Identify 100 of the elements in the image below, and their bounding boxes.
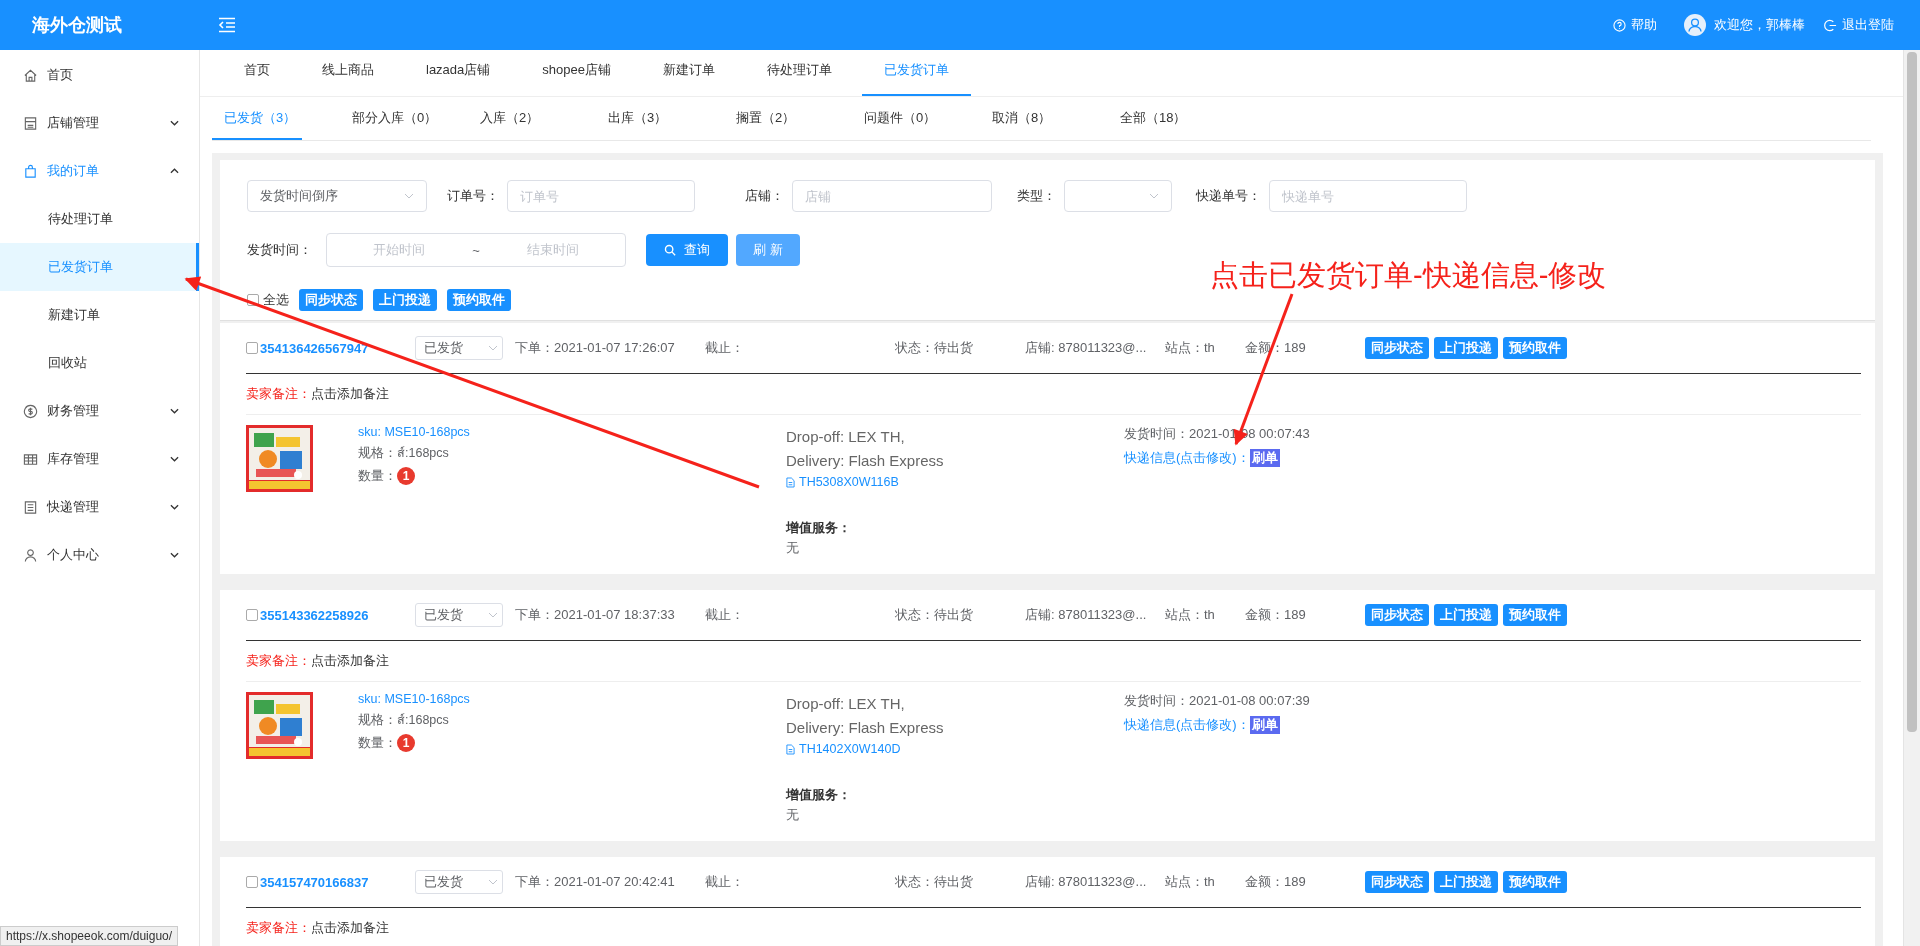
page-tab[interactable]: 线上商品	[300, 50, 396, 96]
sidebar-subitem[interactable]: 新建订单	[0, 291, 199, 339]
sidebar-item[interactable]: 财务管理	[0, 387, 199, 435]
order-time-text: 下单：2021-01-07 17:26:07	[515, 339, 676, 357]
logout-icon	[1824, 18, 1837, 32]
sidebar-subitem[interactable]: 回收站	[0, 339, 199, 387]
status-tab[interactable]: 部分入库（0）	[340, 100, 468, 140]
order-checkbox[interactable]	[246, 876, 258, 888]
search-icon	[664, 244, 676, 256]
shop-text: 店铺: 878011323@...	[1025, 873, 1148, 891]
amount-text: 金额：189	[1245, 339, 1307, 357]
page-tab[interactable]: 待处理订单	[744, 50, 854, 96]
quantity-badge: 1	[397, 467, 415, 485]
status-tab[interactable]: 已发货（3）	[212, 100, 302, 140]
express-info-link[interactable]: 快递信息(点击修改)：	[1124, 716, 1250, 734]
status-tab[interactable]: 问题件（0）	[852, 100, 980, 140]
add-remark-link[interactable]: 点击添加备注	[311, 385, 389, 403]
remark-label: 卖家备注：	[246, 385, 311, 403]
caret-icon	[1149, 193, 1159, 199]
scrollbar[interactable]	[1903, 50, 1920, 946]
field-label: 类型：	[1017, 187, 1056, 205]
page-tab[interactable]: 新建订单	[640, 50, 737, 96]
value-added-text: 无	[786, 806, 800, 824]
tag-badge: 刷单	[1249, 716, 1280, 734]
chevron-up-icon	[170, 168, 179, 174]
status-select[interactable]: 已发货	[415, 603, 503, 627]
list-icon	[23, 499, 38, 515]
state-text: 状态：待出货	[895, 873, 974, 891]
sidebar-item[interactable]: 我的订单	[0, 147, 199, 195]
caret-icon	[404, 193, 414, 199]
value-added-label: 增值服务：	[786, 520, 852, 537]
sidebar-item[interactable]: 库存管理	[0, 435, 199, 483]
chevron-down-icon	[170, 120, 179, 126]
page-tab[interactable]: 首页	[222, 50, 292, 96]
dropoff-text: Drop-off: LEX TH,	[786, 427, 906, 447]
order-number-field[interactable]: 订单号	[507, 180, 695, 212]
sort-select[interactable]: 发货时间倒序	[247, 180, 427, 212]
order-time-text: 下单：2021-01-07 20:42:41	[515, 873, 676, 891]
sku-link[interactable]: sku: MSE10-168pcs	[358, 425, 786, 439]
express-info-link[interactable]: 快递信息(点击修改)：	[1124, 449, 1250, 467]
value-added-text: 无	[786, 539, 800, 557]
remark-label: 卖家备注：	[246, 652, 311, 670]
field-label: 发货时间：	[247, 241, 312, 259]
caret-icon	[488, 612, 498, 618]
dollar-icon	[23, 403, 38, 419]
add-remark-link[interactable]: 点击添加备注	[311, 919, 389, 937]
amount-text: 金额：189	[1245, 606, 1307, 624]
tracking-number-field[interactable]: 快递单号	[1269, 180, 1467, 212]
value-added-label: 增值服务：	[786, 787, 852, 804]
order-time-text: 下单：2021-01-07 18:37:33	[515, 606, 676, 624]
site-text: 站点：th	[1165, 339, 1216, 357]
date-range-field[interactable]: 开始时间 ~ 结束时间	[326, 233, 626, 267]
page-tab[interactable]: 已发货订单	[861, 50, 971, 96]
page-tab[interactable]: shopee店铺	[520, 50, 633, 96]
shop-text: 店铺: 878011323@...	[1025, 606, 1148, 624]
user-icon	[23, 547, 38, 563]
sidebar-item[interactable]: 店铺管理	[0, 99, 199, 147]
status-tab[interactable]: 入库（2）	[468, 100, 596, 140]
menu-icon[interactable]	[218, 17, 236, 33]
status-tab[interactable]: 取消（8）	[980, 100, 1108, 140]
page-tab[interactable]: lazada店铺	[404, 50, 513, 96]
quantity-label: 数量：	[358, 467, 397, 485]
order-checkbox[interactable]	[246, 609, 258, 621]
field-label: 快递单号：	[1196, 187, 1261, 205]
status-tab[interactable]: 全部（18）	[1108, 100, 1236, 140]
amount-text: 金额：189	[1245, 873, 1307, 891]
order-checkbox[interactable]	[246, 342, 258, 354]
bag-icon	[23, 163, 38, 179]
chevron-down-icon	[170, 456, 179, 462]
sidebar-subitem[interactable]: 待处理订单	[0, 195, 199, 243]
welcome-text: 欢迎您，郭棒棒	[1714, 16, 1805, 34]
type-select[interactable]	[1064, 180, 1172, 212]
delivery-text: Delivery: Flash Express	[786, 718, 945, 738]
sidebar-item[interactable]: 快递管理	[0, 483, 199, 531]
annotation-text: 点击已发货订单-快递信息-修改	[1210, 258, 1607, 293]
quantity-badge: 1	[397, 734, 415, 752]
document-icon	[786, 743, 795, 755]
sku-link[interactable]: sku: MSE10-168pcs	[358, 692, 786, 706]
add-remark-link[interactable]: 点击添加备注	[311, 652, 389, 670]
status-select[interactable]: 已发货	[415, 870, 503, 894]
shop-field[interactable]: 店铺	[792, 180, 992, 212]
field-label: 店铺：	[745, 187, 784, 205]
chevron-down-icon	[170, 504, 179, 510]
dropoff-text: Drop-off: LEX TH,	[786, 694, 906, 714]
sidebar-item[interactable]: 个人中心	[0, 531, 199, 579]
sidebar-item[interactable]: 首页	[0, 51, 199, 99]
status-url: https://x.shopeeok.com/duiguo/	[0, 926, 179, 946]
status-tab[interactable]: 出库（3）	[596, 100, 724, 140]
caret-icon	[488, 879, 498, 885]
status-tab[interactable]: 搁置（2）	[724, 100, 852, 140]
delivery-text: Delivery: Flash Express	[786, 451, 945, 471]
deadline-text: 截止：	[705, 606, 745, 624]
grid-icon	[23, 451, 38, 467]
shop-text: 店铺: 878011323@...	[1025, 339, 1148, 357]
deadline-text: 截止：	[705, 873, 745, 891]
status-select[interactable]: 已发货	[415, 336, 503, 360]
state-text: 状态：待出货	[895, 606, 974, 624]
spec-text: 规格：ส์:168pcs	[358, 712, 450, 729]
spec-text: 规格：ส์:168pcs	[358, 445, 450, 462]
select-all-checkbox[interactable]: 全选	[247, 291, 289, 309]
